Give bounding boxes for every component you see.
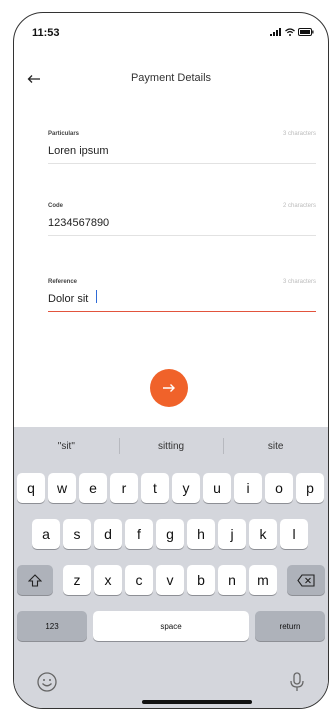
- key-a[interactable]: a: [32, 519, 60, 549]
- key-u[interactable]: u: [203, 473, 231, 503]
- particulars-counter: 3 characters: [282, 131, 316, 137]
- microphone-icon: [290, 672, 304, 691]
- key-s[interactable]: s: [63, 519, 91, 549]
- keyboard: "sit" sitting site q w e r t y u i o p a…: [14, 427, 328, 708]
- key-g[interactable]: g: [156, 519, 184, 549]
- key-h[interactable]: h: [187, 519, 215, 549]
- key-f[interactable]: f: [125, 519, 153, 549]
- key-row-2: a s d f g h j k l: [14, 519, 328, 549]
- wifi-icon: [285, 28, 295, 36]
- reference-label: Reference: [48, 279, 78, 285]
- emoji-icon: [37, 672, 57, 692]
- status-bar: 11:53: [14, 13, 328, 57]
- shift-key[interactable]: [17, 565, 53, 595]
- phone-screen: 11:53 Payment Details Particulars 3 char…: [13, 12, 329, 709]
- suggestion-item[interactable]: sitting: [118, 427, 224, 465]
- signal-icon: [270, 28, 281, 36]
- emoji-button[interactable]: [36, 671, 58, 693]
- next-button[interactable]: [150, 369, 188, 407]
- particulars-input[interactable]: [48, 141, 316, 161]
- key-o[interactable]: o: [265, 473, 293, 503]
- key-j[interactable]: j: [218, 519, 246, 549]
- code-label: Code: [48, 203, 63, 209]
- key-x[interactable]: x: [94, 565, 122, 595]
- key-b[interactable]: b: [187, 565, 215, 595]
- home-indicator: [142, 700, 252, 704]
- arrow-right-icon: [163, 384, 175, 392]
- delete-icon: [297, 573, 315, 587]
- suggestion-item[interactable]: "sit": [14, 427, 119, 465]
- particulars-underline: [48, 163, 316, 164]
- key-n[interactable]: n: [218, 565, 246, 595]
- key-t[interactable]: t: [141, 473, 169, 503]
- key-d[interactable]: d: [94, 519, 122, 549]
- key-l[interactable]: l: [280, 519, 308, 549]
- code-counter: 2 characters: [282, 203, 316, 209]
- numbers-key[interactable]: 123: [17, 611, 87, 641]
- text-caret: [96, 290, 97, 303]
- key-i[interactable]: i: [234, 473, 262, 503]
- key-e[interactable]: e: [79, 473, 107, 503]
- code-input[interactable]: [48, 213, 316, 233]
- key-w[interactable]: w: [48, 473, 76, 503]
- page-title: Payment Details: [130, 72, 212, 84]
- suggestion-item[interactable]: site: [223, 427, 328, 465]
- key-k[interactable]: k: [249, 519, 277, 549]
- key-row-1: q w e r t y u i o p: [14, 473, 328, 503]
- key-v[interactable]: v: [156, 565, 184, 595]
- key-q[interactable]: q: [17, 473, 45, 503]
- shift-icon: [28, 573, 42, 587]
- key-c[interactable]: c: [125, 565, 153, 595]
- particulars-label: Particulars: [48, 131, 80, 137]
- status-time: 11:53: [32, 27, 60, 39]
- microphone-button[interactable]: [288, 671, 306, 693]
- reference-input[interactable]: [48, 289, 316, 309]
- code-underline: [48, 235, 316, 236]
- key-row-4: 123 space return: [14, 611, 328, 641]
- delete-key[interactable]: [287, 565, 325, 595]
- key-row-3: z x c v b n m: [14, 565, 328, 595]
- key-r[interactable]: r: [110, 473, 138, 503]
- key-p[interactable]: p: [296, 473, 324, 503]
- key-y[interactable]: y: [172, 473, 200, 503]
- key-z[interactable]: z: [63, 565, 91, 595]
- reference-underline: [48, 311, 316, 312]
- space-key[interactable]: space: [93, 611, 249, 641]
- reference-counter: 3 characters: [282, 279, 316, 285]
- suggestion-bar: "sit" sitting site: [14, 427, 328, 465]
- status-icons: [270, 28, 314, 36]
- header: Payment Details: [14, 69, 328, 93]
- battery-icon: [298, 28, 314, 36]
- return-key[interactable]: return: [255, 611, 325, 641]
- key-m[interactable]: m: [249, 565, 277, 595]
